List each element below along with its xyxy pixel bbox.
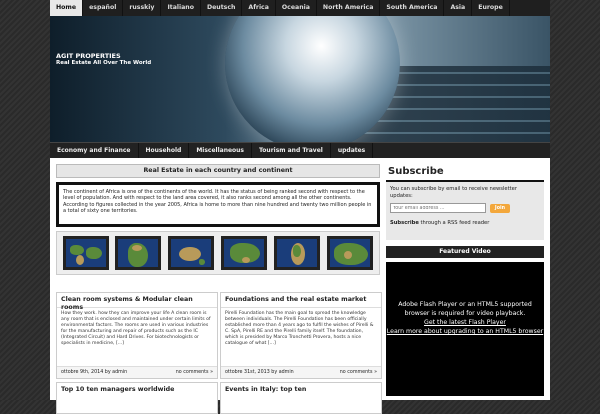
main-area: Real Estate in each country and continen… — [50, 158, 550, 414]
html5-upgrade-link[interactable]: Learn more about upgrading to an HTML5 b… — [386, 327, 544, 336]
intro-text-box: The continent of Africa is one of the co… — [56, 182, 380, 227]
featured-video-heading: Featured Video — [386, 246, 544, 258]
africa-map-thumbnail[interactable] — [115, 236, 161, 270]
cat-tab-tourism-travel[interactable]: Tourism and Travel — [252, 143, 331, 159]
glass-globe-graphic — [225, 16, 400, 142]
video-player[interactable]: Adobe Flash Player or an HTML5 supported… — [386, 262, 544, 396]
continent-map-gallery — [56, 231, 380, 275]
cat-tab-household[interactable]: Household — [139, 143, 190, 159]
nav-tab-deutsch[interactable]: Deutsch — [201, 0, 243, 16]
site-header-banner: AGIT PROPERTIES Real Estate All Over The… — [50, 16, 550, 142]
content-column: Real Estate in each country and continen… — [56, 164, 382, 414]
north-america-map-thumbnail[interactable] — [221, 236, 267, 270]
subscribe-heading: Subscribe — [386, 164, 544, 182]
oceania-map-thumbnail[interactable] — [168, 236, 214, 270]
post-grid: Clean room systems & Modular clean rooms… — [56, 292, 382, 414]
top-navigation: Home español russkiy Italiano Deutsch Af… — [50, 0, 550, 16]
cat-tab-miscellaneous[interactable]: Miscellaneous — [189, 143, 253, 159]
nav-tab-russkiy[interactable]: russkiy — [123, 0, 162, 16]
nav-tab-asia[interactable]: Asia — [444, 0, 473, 16]
rss-subscribe-link[interactable]: Subscribe — [390, 220, 419, 226]
post-date: ottobre 9th, 2014 by admin — [61, 370, 128, 375]
post-title-link[interactable]: Foundations and the real estate market — [221, 293, 381, 308]
post-card: Clean room systems & Modular clean rooms… — [56, 292, 218, 379]
nav-tab-europe[interactable]: Europe — [472, 0, 510, 16]
post-date: ottobre 31st, 2013 by admin — [225, 370, 294, 375]
post-card: Foundations and the real estate market P… — [220, 292, 382, 379]
post-meta: ottobre 31st, 2013 by admin no comments … — [221, 366, 381, 378]
video-unsupported-message: Adobe Flash Player or an HTML5 supported… — [398, 301, 532, 317]
join-button[interactable]: Join — [490, 203, 510, 213]
post-title-link[interactable]: Events in Italy: top ten — [221, 383, 381, 396]
post-comments-link[interactable]: no comments » — [176, 367, 213, 378]
cat-tab-updates[interactable]: updates — [331, 143, 374, 159]
post-excerpt: How they work. how they can improve your… — [61, 311, 211, 346]
subscribe-box: You can subscribe by email to receive ne… — [386, 182, 544, 240]
sidebar: Subscribe You can subscribe by email to … — [386, 164, 544, 396]
email-input[interactable] — [390, 203, 486, 214]
nav-tab-oceania[interactable]: Oceania — [276, 0, 317, 16]
cat-tab-economy-finance[interactable]: Economy and Finance — [50, 143, 139, 159]
nav-tab-africa[interactable]: Africa — [242, 0, 276, 16]
category-navigation: Economy and Finance Household Miscellane… — [50, 142, 550, 159]
get-flash-link[interactable]: Get the latest Flash Player — [386, 318, 544, 327]
post-excerpt: Pirelli Foundation has the main goal to … — [225, 311, 374, 346]
site-title[interactable]: AGIT PROPERTIES — [56, 52, 121, 60]
post-title-link[interactable]: Clean room systems & Modular clean rooms — [57, 293, 217, 311]
nav-tab-south-america[interactable]: South America — [380, 0, 445, 16]
south-america-map-thumbnail[interactable] — [274, 236, 320, 270]
europe-map-thumbnail[interactable] — [327, 236, 373, 270]
post-comments-link[interactable]: no comments » — [340, 367, 377, 378]
post-card: Events in Italy: top ten — [220, 382, 382, 414]
nav-tab-north-america[interactable]: North America — [317, 0, 381, 16]
nav-tab-espanol[interactable]: español — [83, 0, 124, 16]
subscribe-form: Join — [390, 203, 540, 214]
post-meta: ottobre 9th, 2014 by admin no comments » — [57, 366, 217, 378]
world-map-thumbnail[interactable] — [63, 236, 109, 270]
subscribe-description: You can subscribe by email to receive ne… — [390, 186, 517, 199]
site-tagline: Real Estate All Over The World — [56, 60, 152, 66]
post-card: Top 10 ten managers worldwide — [56, 382, 218, 414]
nav-tab-home[interactable]: Home — [50, 0, 84, 16]
post-title-link[interactable]: Top 10 ten managers worldwide — [57, 383, 217, 396]
rss-line: Subscribe through a RSS feed reader — [390, 220, 540, 227]
nav-tab-italiano[interactable]: Italiano — [161, 0, 201, 16]
section-title: Real Estate in each country and continen… — [56, 164, 380, 178]
rss-text: through a RSS feed reader — [418, 220, 490, 227]
